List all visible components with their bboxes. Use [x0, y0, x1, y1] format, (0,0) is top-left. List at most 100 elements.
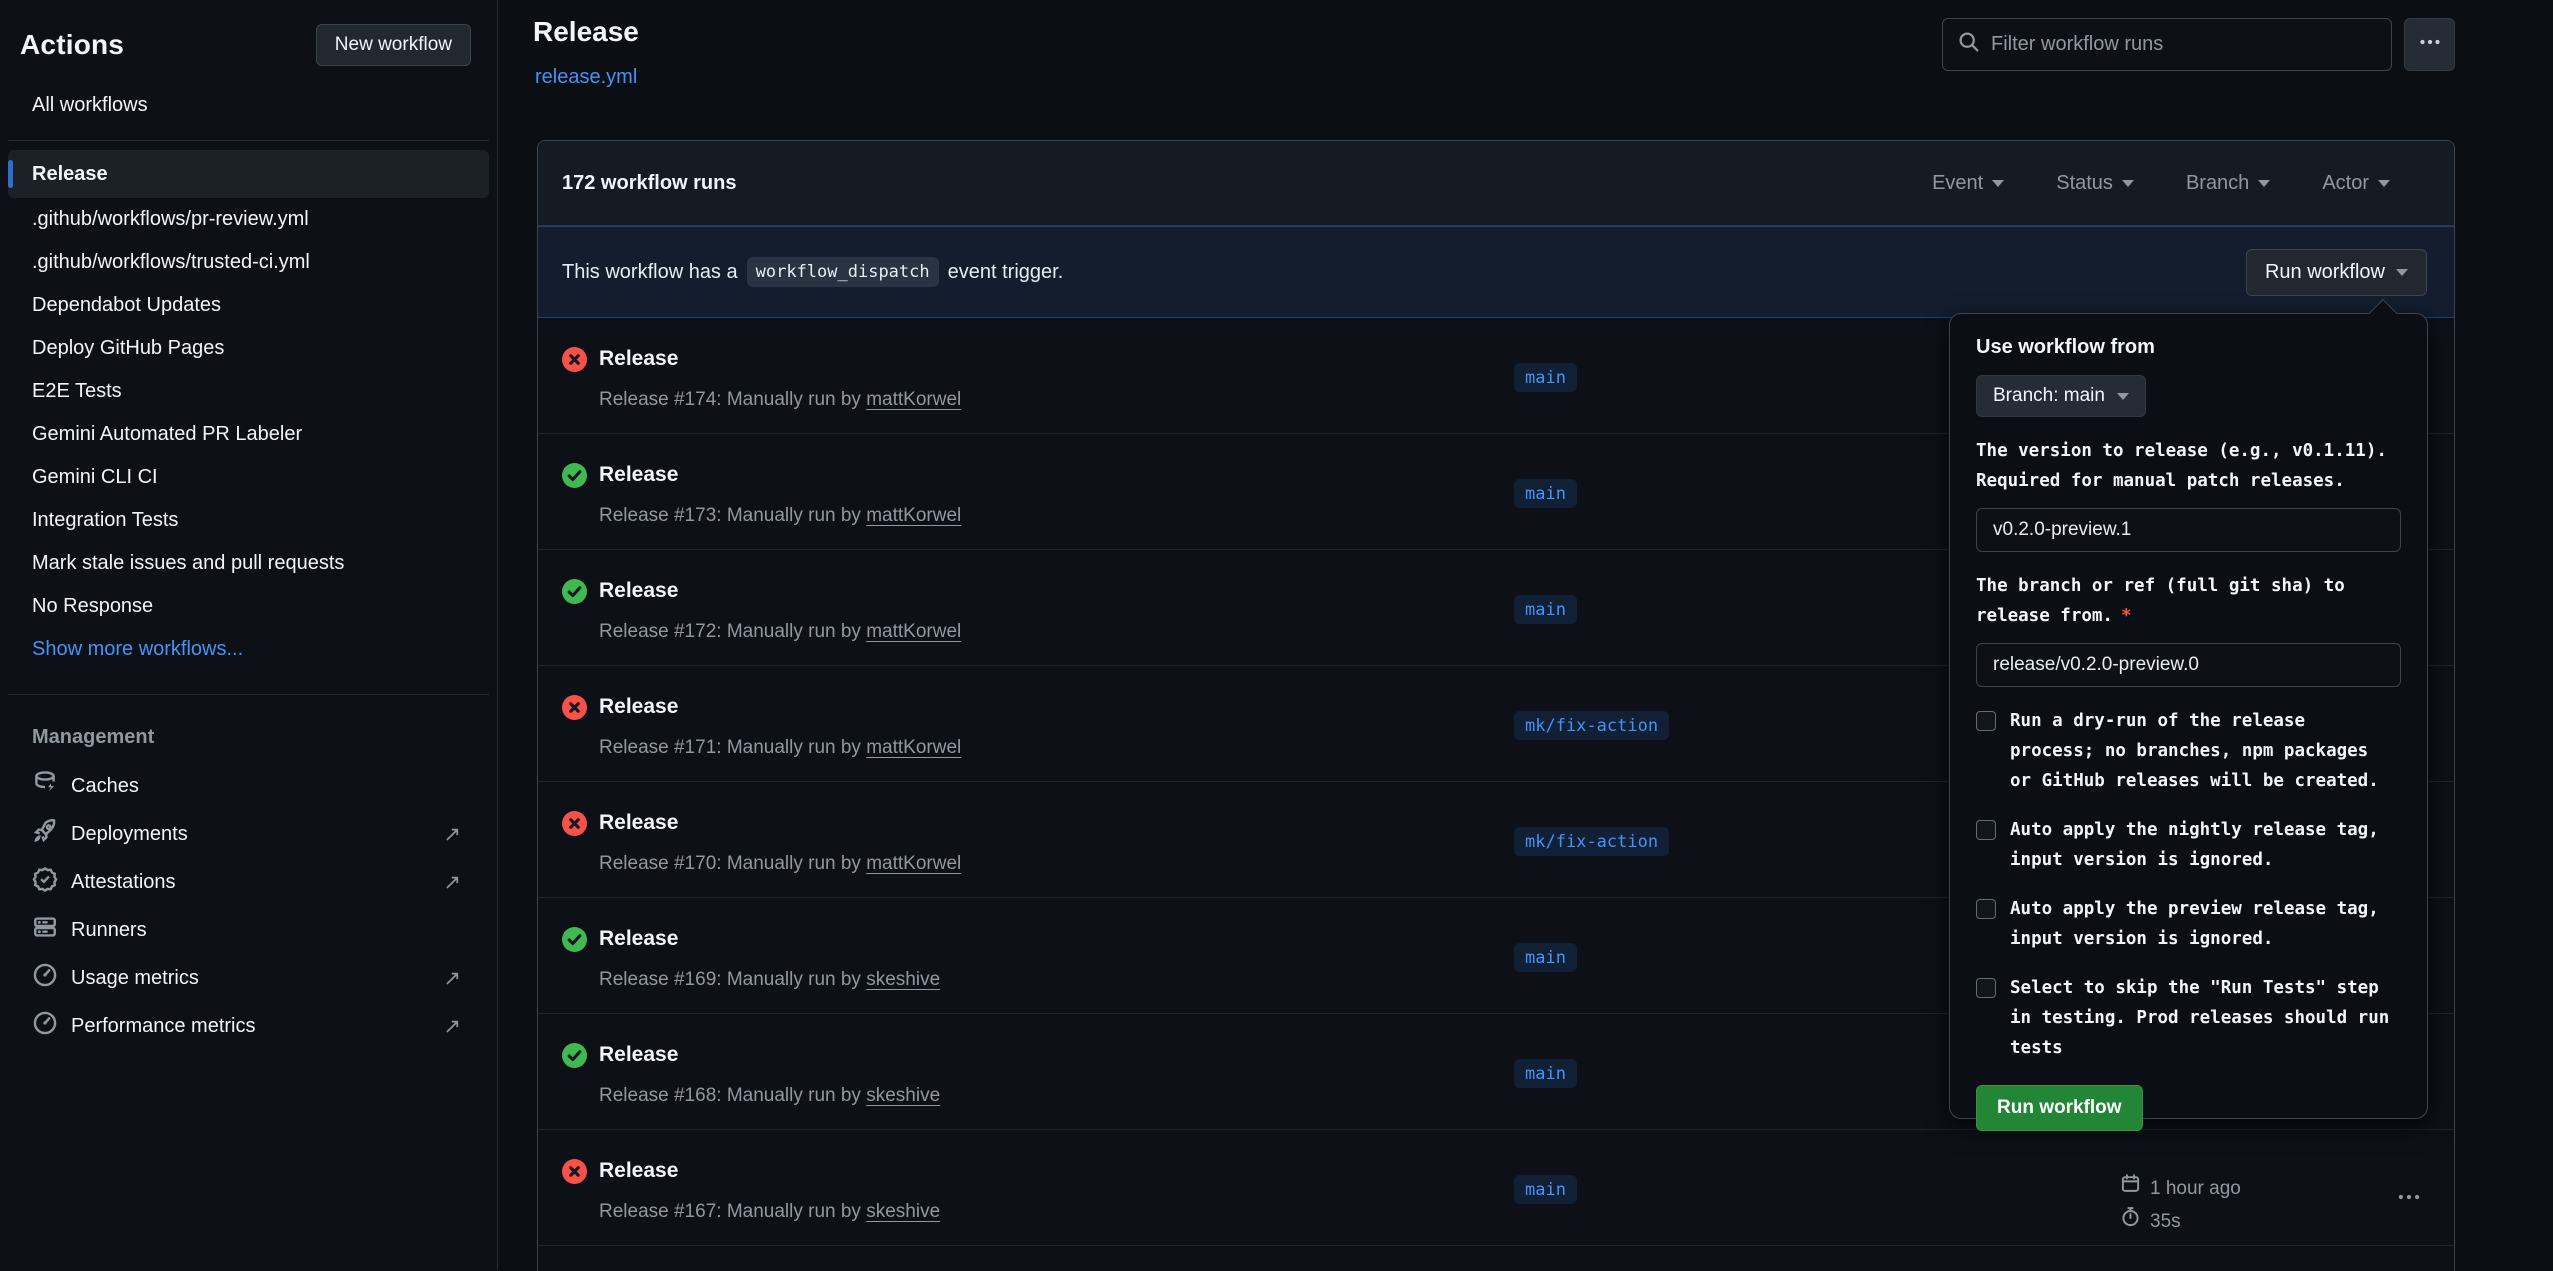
run-title-link[interactable]: Release [599, 1043, 678, 1067]
sidebar-item-pr-review[interactable]: .github/workflows/pr-review.yml [8, 198, 489, 241]
run-title-link[interactable]: Release [599, 463, 678, 487]
x-circle-fill-icon [562, 695, 587, 720]
sidebar-divider [8, 694, 489, 695]
management-heading: Management [32, 726, 497, 749]
branch-pill[interactable]: main [1514, 363, 1577, 392]
sidebar-item-trusted-ci[interactable]: .github/workflows/trusted-ci.yml [8, 241, 489, 284]
actor-link[interactable]: mattKorwel [866, 621, 961, 642]
external-link-icon: ↗ [443, 870, 461, 895]
sidebar-item-usage-metrics[interactable]: Usage metrics ↗ [8, 954, 489, 1002]
sidebar-divider [8, 140, 489, 141]
x-circle-fill-icon [562, 347, 587, 372]
actor-link[interactable]: skeshive [866, 1085, 940, 1106]
nightly-tag-option: Auto apply the nightly release tag, inpu… [1976, 815, 2401, 875]
branch-pill[interactable]: main [1514, 1175, 1577, 1204]
cache-icon [32, 770, 58, 802]
external-link-icon: ↗ [443, 822, 461, 847]
actor-link[interactable]: mattKorwel [866, 389, 961, 410]
check-circle-fill-icon [562, 1043, 587, 1068]
sidebar-item-label: Deployments [71, 823, 188, 846]
actions-sidebar: Actions New workflow All workflows Relea… [0, 0, 498, 1270]
workflow-options-button[interactable] [2404, 18, 2455, 71]
preview-tag-checkbox[interactable] [1976, 899, 1996, 919]
run-workflow-submit-button[interactable]: Run workflow [1976, 1085, 2143, 1131]
meter-icon [32, 1010, 58, 1042]
run-title-link[interactable]: Release [599, 1159, 678, 1183]
filter-event-dropdown[interactable]: Event [1932, 172, 2004, 195]
filter-branch-dropdown[interactable]: Branch [2186, 172, 2270, 195]
sidebar-item-release[interactable]: Release [8, 150, 489, 198]
server-icon [32, 914, 58, 946]
sidebar-item-caches[interactable]: Caches [8, 762, 489, 810]
branch-pill[interactable]: main [1514, 479, 1577, 508]
chevron-down-icon [2122, 180, 2134, 187]
dry-run-checkbox[interactable] [1976, 711, 1996, 731]
run-duration: 35s [2150, 1205, 2181, 1238]
filter-workflow-runs-input[interactable] [1991, 33, 2377, 56]
external-link-icon: ↗ [443, 966, 461, 991]
sidebar-item-label: Runners [71, 919, 147, 942]
actor-link[interactable]: skeshive [866, 1201, 940, 1222]
branch-select-button[interactable]: Branch: main [1976, 375, 2146, 417]
sidebar-item-performance-metrics[interactable]: Performance metrics ↗ [8, 1002, 489, 1050]
chevron-down-icon [2258, 180, 2270, 187]
new-workflow-button[interactable]: New workflow [316, 24, 471, 66]
sidebar-item-no-response[interactable]: No Response [8, 585, 489, 628]
show-more-workflows-link[interactable]: Show more workflows... [8, 628, 489, 671]
checkbox-label: Run a dry-run of the release process; no… [2010, 706, 2379, 796]
check-circle-fill-icon [562, 927, 587, 952]
sidebar-title: Actions [20, 29, 124, 61]
runs-header: 172 workflow runs Event Status Branch Ac… [538, 141, 2454, 226]
run-title-link[interactable]: Release [599, 927, 678, 951]
checkbox-label: Auto apply the preview release tag, inpu… [2010, 894, 2379, 954]
dialog-heading: Use workflow from [1976, 336, 2401, 359]
workflow-file-link[interactable]: release.yml [535, 66, 637, 89]
rocket-icon [32, 818, 58, 850]
sidebar-item-runners[interactable]: Runners [8, 906, 489, 954]
sidebar-item-mark-stale[interactable]: Mark stale issues and pull requests [8, 542, 489, 585]
calendar-icon [2120, 1172, 2141, 1205]
branch-pill[interactable]: main [1514, 943, 1577, 972]
branch-pill[interactable]: main [1514, 595, 1577, 624]
sidebar-item-integration-tests[interactable]: Integration Tests [8, 499, 489, 542]
sidebar-item-attestations[interactable]: Attestations ↗ [8, 858, 489, 906]
sidebar-item-gemini-cli-ci[interactable]: Gemini CLI CI [8, 456, 489, 499]
branch-pill[interactable]: main [1514, 1059, 1577, 1088]
sidebar-item-deploy-github-pages[interactable]: Deploy GitHub Pages [8, 327, 489, 370]
sidebar-item-label: Caches [71, 775, 139, 798]
skip-tests-option: Select to skip the "Run Tests" step in t… [1976, 973, 2401, 1063]
sidebar-item-dependabot-updates[interactable]: Dependabot Updates [8, 284, 489, 327]
skip-tests-checkbox[interactable] [1976, 978, 1996, 998]
sidebar-item-gemini-pr-labeler[interactable]: Gemini Automated PR Labeler [8, 413, 489, 456]
run-title-link[interactable]: Release [599, 579, 678, 603]
version-input[interactable] [1976, 508, 2401, 552]
run-options-button[interactable] [2383, 1184, 2435, 1214]
kebab-horizontal-icon [2418, 30, 2442, 59]
sidebar-item-all-workflows[interactable]: All workflows [32, 94, 497, 117]
version-help-text: The version to release (e.g., v0.1.11). … [1976, 436, 2401, 496]
filter-status-dropdown[interactable]: Status [2056, 172, 2134, 195]
filter-actor-dropdown[interactable]: Actor [2322, 172, 2390, 195]
run-title-link[interactable]: Release [599, 695, 678, 719]
check-circle-fill-icon [562, 463, 587, 488]
run-info: Release #173: Manually run by [599, 505, 861, 526]
event-trigger-code: workflow_dispatch [747, 257, 939, 287]
nightly-tag-checkbox[interactable] [1976, 820, 1996, 840]
run-info: Release #171: Manually run by [599, 737, 861, 758]
sidebar-item-deployments[interactable]: Deployments ↗ [8, 810, 489, 858]
branch-pill[interactable]: mk/fix-action [1514, 711, 1669, 740]
run-title-link[interactable]: Release [599, 811, 678, 835]
sidebar-item-e2e-tests[interactable]: E2E Tests [8, 370, 489, 413]
kebab-horizontal-icon [2396, 1184, 2422, 1215]
actor-link[interactable]: mattKorwel [866, 505, 961, 526]
run-workflow-dropdown-button[interactable]: Run workflow [2246, 249, 2427, 296]
banner-text-before: This workflow has a [562, 261, 738, 284]
branch-pill[interactable]: mk/fix-action [1514, 827, 1669, 856]
dry-run-option: Run a dry-run of the release process; no… [1976, 706, 2401, 796]
run-title-link[interactable]: Release [599, 347, 678, 371]
actor-link[interactable]: mattKorwel [866, 737, 961, 758]
actor-link[interactable]: mattKorwel [866, 853, 961, 874]
run-meta: 1 hour ago 35s [2120, 1172, 2241, 1238]
ref-input[interactable] [1976, 643, 2401, 687]
actor-link[interactable]: skeshive [866, 969, 940, 990]
